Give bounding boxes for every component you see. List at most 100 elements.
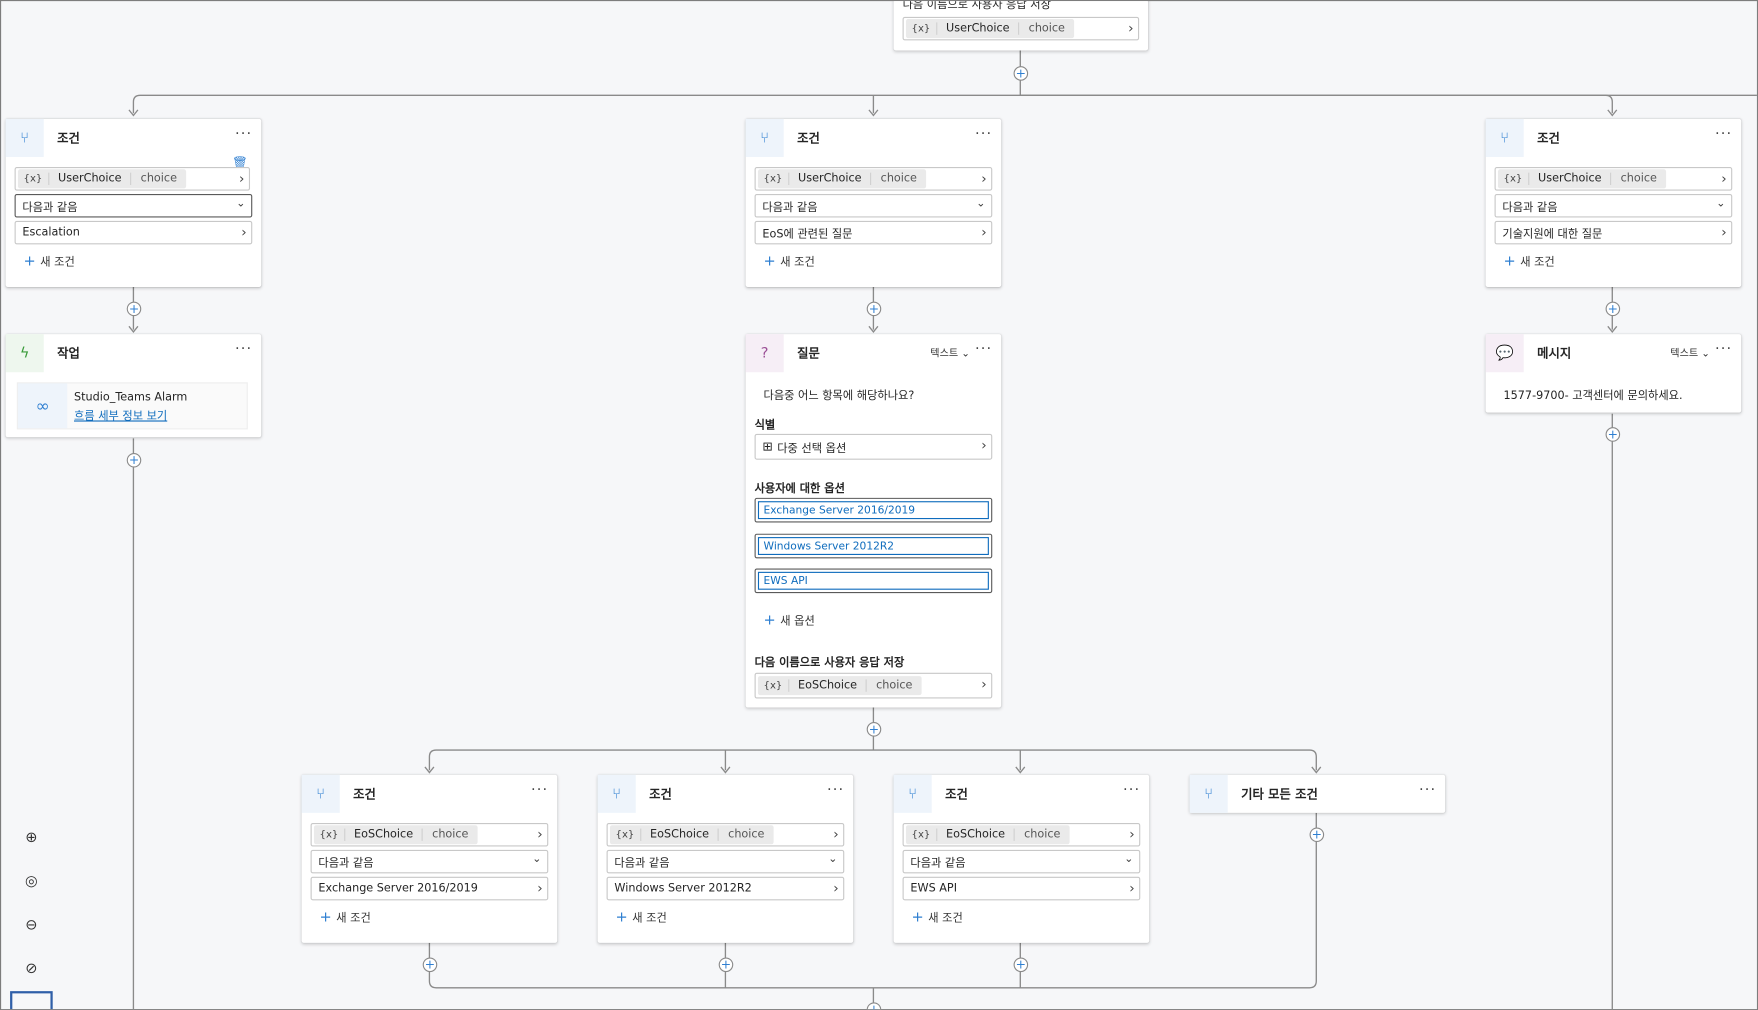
- more-options-button[interactable]: ···: [235, 341, 252, 358]
- add-node-button[interactable]: +: [1013, 66, 1029, 81]
- recenter-icon[interactable]: ◎: [10, 869, 53, 894]
- value-field[interactable]: Escalation ›: [14, 220, 253, 245]
- condition-node[interactable]: ⑂ 조건 ··· {x} EoSChoice choice › 다음과 같음 ⌄ Wi…: [597, 774, 854, 943]
- type-dropdown[interactable]: 텍스트 ⌄: [1670, 345, 1710, 360]
- more-options-button[interactable]: ···: [1123, 781, 1140, 798]
- more-options-button[interactable]: ···: [975, 126, 992, 143]
- operator-dropdown[interactable]: 다음과 같음 ⌄: [754, 193, 993, 218]
- question-node[interactable]: ? 질문 텍스트 ⌄ ··· 다음중 어느 항목에 해당하나요? 식별 ⊞ 다중…: [745, 334, 1002, 708]
- add-condition-button[interactable]: + 새 조건: [320, 908, 371, 926]
- condition-node[interactable]: ⑂ 조건 ··· {x} UserChoice choice › 다음과 같음 ⌄ E…: [745, 118, 1002, 288]
- option-field[interactable]: EWS API: [754, 568, 993, 594]
- variable-row[interactable]: {x} UserChoice choice ›: [14, 167, 251, 191]
- condition-node[interactable]: ⑂ 조건 ··· {x} EoSChoice choice › 다음과 같음 ⌄ EW…: [893, 774, 1150, 943]
- option-value[interactable]: Windows Server 2012R2: [757, 537, 989, 555]
- condition-node[interactable]: ⑂ 조건 ··· {x} UserChoice choice › 다음과 같음 ⌄ 기…: [1485, 118, 1742, 288]
- message-text[interactable]: 1577-9700- 고객센터에 문의하세요.: [1504, 386, 1683, 402]
- add-condition-button[interactable]: + 새 조건: [616, 908, 667, 926]
- add-node-button[interactable]: +: [1605, 301, 1621, 317]
- action-node[interactable]: ϟ 작업 ··· ∞ Studio_Teams Alarm 흐름 세부 정보 보…: [5, 334, 262, 438]
- add-node-button[interactable]: +: [866, 1002, 882, 1010]
- operator-dropdown[interactable]: 다음과 같음 ⌄: [1494, 193, 1733, 218]
- chevron-right-icon: ›: [981, 170, 987, 187]
- more-options-button[interactable]: ···: [975, 341, 992, 358]
- condition-node[interactable]: ⑂ 조건 ··· 🗑 {x} UserChoice choice › 다음과 같음 ⌄…: [5, 118, 262, 288]
- flow-card[interactable]: ∞ Studio_Teams Alarm 흐름 세부 정보 보기: [16, 382, 248, 430]
- chevron-right-icon: ›: [1129, 826, 1135, 843]
- more-options-button[interactable]: ···: [531, 781, 548, 798]
- value-field[interactable]: EoS에 관련된 질문 ›: [754, 220, 993, 245]
- value-field[interactable]: Exchange Server 2016/2019 ›: [310, 876, 549, 901]
- plus-icon: +: [763, 612, 776, 629]
- plus-icon: +: [1503, 253, 1516, 271]
- flow-details-link[interactable]: 흐름 세부 정보 보기: [74, 406, 167, 422]
- chevron-right-icon: ›: [1721, 170, 1727, 187]
- operator-value: 다음과 같음: [1502, 201, 1558, 215]
- save-response-var-row[interactable]: {x} EoSChoice choice ›: [754, 672, 993, 699]
- more-options-button[interactable]: ···: [1715, 126, 1732, 143]
- identify-selector[interactable]: ⊞ 다중 선택 옵션 ›: [754, 433, 993, 460]
- add-node-button[interactable]: +: [1309, 827, 1325, 843]
- variable-row[interactable]: {x} UserChoice choice ›: [1494, 167, 1733, 191]
- value-field[interactable]: Windows Server 2012R2 ›: [606, 876, 845, 901]
- add-node-button[interactable]: +: [1605, 427, 1621, 442]
- operator-value: 다음과 같음: [318, 857, 374, 871]
- add-condition-button[interactable]: + 새 조건: [912, 908, 963, 926]
- flow-canvas[interactable]: 다음 이름으로 사용자 응답 저장 {x} UserChoice choice …: [0, 0, 1758, 1010]
- more-options-button[interactable]: ···: [235, 126, 252, 143]
- variable-row[interactable]: {x} EoSChoice choice ›: [902, 822, 1141, 847]
- add-node-button[interactable]: +: [718, 957, 734, 973]
- branch-icon: ⑂: [893, 774, 932, 813]
- more-options-button[interactable]: ···: [1419, 781, 1436, 798]
- else-condition-node[interactable]: ⑂ 기타 모든 조건 ···: [1189, 774, 1446, 813]
- add-node-button[interactable]: +: [126, 301, 142, 317]
- condition-value: Escalation: [22, 226, 80, 239]
- option-value[interactable]: EWS API: [757, 571, 989, 590]
- save-response-var-row[interactable]: {x} UserChoice choice ›: [902, 16, 1140, 41]
- condition-node[interactable]: ⑂ 조건 ··· {x} EoSChoice choice › 다음과 같음 ⌄ Ex…: [301, 774, 558, 943]
- type-dropdown[interactable]: 텍스트 ⌄: [930, 345, 970, 360]
- add-condition-button[interactable]: + 새 조건: [764, 252, 815, 270]
- zoom-in-icon[interactable]: ⊕: [10, 825, 53, 850]
- reset-icon[interactable]: ⊘: [10, 956, 53, 981]
- operator-dropdown[interactable]: 다음과 같음 ⌄: [310, 849, 549, 874]
- add-condition-button[interactable]: + 새 조건: [1504, 252, 1555, 270]
- branch-icon: ⑂: [1189, 774, 1228, 813]
- node-title: 조건: [945, 787, 968, 802]
- operator-dropdown[interactable]: 다음과 같음 ⌄: [902, 849, 1141, 874]
- operator-dropdown[interactable]: 다음과 같음 ⌄: [14, 193, 253, 218]
- add-node-button[interactable]: +: [1013, 957, 1029, 973]
- value-field[interactable]: EWS API ›: [902, 876, 1141, 901]
- variable-name: UserChoice: [935, 22, 1019, 35]
- option-field[interactable]: Exchange Server 2016/2019: [754, 497, 993, 523]
- flow-icon: ∞: [17, 383, 68, 429]
- variable-row[interactable]: {x} EoSChoice choice ›: [310, 822, 549, 847]
- save-response-node[interactable]: 다음 이름으로 사용자 응답 저장 {x} UserChoice choice …: [893, 1, 1149, 51]
- value-field[interactable]: 기술지원에 대한 질문 ›: [1494, 220, 1733, 245]
- add-condition-label: 새 조건: [1520, 256, 1555, 270]
- variable-icon: {x}: [763, 680, 783, 692]
- option-field[interactable]: Windows Server 2012R2: [754, 533, 993, 559]
- add-node-button[interactable]: +: [866, 722, 882, 737]
- variable-name: UserChoice: [1527, 172, 1611, 185]
- add-node-button[interactable]: +: [866, 301, 882, 317]
- condition-value: EoS에 관련된 질문: [762, 228, 853, 242]
- operator-value: 다음과 같음: [22, 201, 78, 215]
- add-option-button[interactable]: + 새 옵션: [764, 611, 815, 629]
- option-value[interactable]: Exchange Server 2016/2019: [757, 501, 989, 520]
- message-node[interactable]: 💬 메시지 텍스트 ⌄ ··· 1577-9700- 고객센터에 문의하세요.: [1485, 334, 1742, 413]
- more-options-button[interactable]: ···: [827, 781, 844, 798]
- variable-chip: {x} EoSChoice choice: [905, 825, 1070, 845]
- add-condition-button[interactable]: + 새 조건: [24, 252, 75, 270]
- add-node-button[interactable]: +: [422, 957, 438, 973]
- variable-row[interactable]: {x} EoSChoice choice ›: [606, 822, 845, 847]
- chevron-down-icon: ⌄: [976, 197, 986, 210]
- question-prompt[interactable]: 다음중 어느 항목에 해당하나요?: [764, 386, 915, 402]
- minimap-icon[interactable]: [10, 991, 53, 1010]
- plus-icon: +: [763, 253, 776, 271]
- operator-dropdown[interactable]: 다음과 같음 ⌄: [606, 849, 845, 874]
- add-node-button[interactable]: +: [126, 452, 142, 468]
- variable-row[interactable]: {x} UserChoice choice ›: [754, 167, 993, 191]
- zoom-out-icon[interactable]: ⊖: [10, 913, 53, 938]
- more-options-button[interactable]: ···: [1715, 341, 1732, 358]
